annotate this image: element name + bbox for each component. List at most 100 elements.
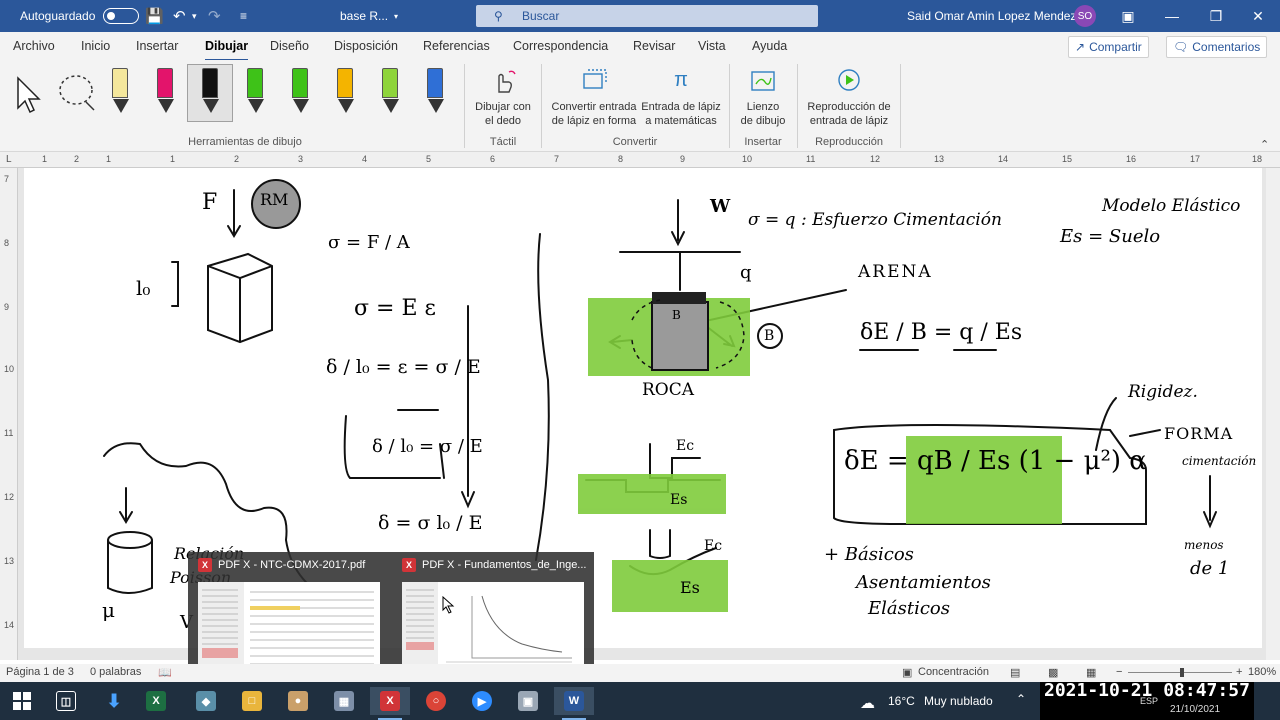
vertical-ruler[interactable]: 7 8 9 10 11 12 13 14 [0,168,18,660]
ink-shape-label-2: de lápiz en forma [551,115,637,127]
tab-disposicion[interactable]: Disposición [334,39,398,53]
note-b-small: B [672,308,681,322]
taskbar-app-word[interactable]: W [554,687,594,720]
ruler-number: 7 [4,174,10,184]
document-name[interactable]: base R... ▾ [340,0,398,32]
lasso-tool[interactable] [56,66,100,120]
zoom-level[interactable]: 180% [1248,666,1276,678]
tab-vista[interactable]: Vista [698,39,726,53]
taskbar-app-explorer[interactable]: □ [232,687,272,715]
system-date[interactable]: 21/10/2021 [1170,704,1220,715]
ink-replay-button[interactable]: Reproducción de entrada de lápiz [802,66,896,128]
ink-to-shape-button[interactable]: Convertir entrada de lápiz en forma [548,66,640,128]
save-icon[interactable]: 💾 [145,0,164,32]
pen-3[interactable] [193,66,227,120]
print-layout-icon[interactable]: ▩ [1048,666,1058,679]
pen-4[interactable] [238,66,272,120]
avatar[interactable]: SO [1074,5,1096,27]
pen-5[interactable] [283,66,317,120]
tab-correspondencia[interactable]: Correspondencia [513,39,608,53]
undo-icon[interactable]: ↶ [173,0,186,32]
taskbar-app-pdfx[interactable]: X [370,687,410,720]
tab-stop-icon[interactable]: L [6,154,12,165]
taskbar-app-chrome[interactable]: ○ [416,687,456,715]
note-l0: l₀ [136,276,151,300]
tab-revisar[interactable]: Revisar [633,39,675,53]
thumbnail-pdf-1[interactable]: X PDF X - NTC-CDMX-2017.pdf [192,552,386,680]
cloud-icon[interactable]: ☁ [860,694,875,712]
minimize-icon[interactable]: — [1162,0,1182,32]
taskbar-app-zoom[interactable]: ▶ [462,687,502,715]
zoom-slider-thumb[interactable] [1180,668,1184,677]
weather-temp[interactable]: 16°C [888,694,915,708]
customize-toolbar-icon[interactable]: ≡ [240,0,247,32]
ink-math-label-1: Entrada de lápiz [641,101,721,113]
touch-label-2: el dedo [484,115,522,127]
start-button[interactable] [2,687,42,715]
zoom-out-icon[interactable]: − [1116,666,1122,678]
note-ec-2: Ec [704,538,723,554]
zoom-in-icon[interactable]: + [1236,666,1242,678]
pen-1[interactable] [103,66,137,120]
weather-desc[interactable]: Muy nublado [924,694,993,708]
user-name[interactable]: Said Omar Amin Lopez Mendez [907,0,1076,32]
collapse-ribbon-icon[interactable]: ⌃ [1260,138,1269,151]
ink-to-math-button[interactable]: π Entrada de lápiz a matemáticas [640,66,722,128]
tab-dibujar[interactable]: Dibujar [205,39,249,61]
taskbar-app-excel[interactable]: X [136,687,176,715]
autosave-toggle[interactable] [103,8,140,24]
word-count[interactable]: 0 palabras [90,666,141,678]
tab-ayuda[interactable]: Ayuda [752,39,787,53]
drawing-canvas-button[interactable]: Lienzo de dibujo [734,66,792,128]
taskbar-app-8[interactable]: ▣ [508,687,548,715]
proofing-icon[interactable]: 📖 [158,666,172,679]
taskbar-app-calculator[interactable]: ▦ [324,687,364,715]
pen-7[interactable] [373,66,407,120]
ruler-number: 10 [742,154,753,164]
tab-archivo[interactable]: Archivo [13,39,55,53]
pen-6[interactable] [328,66,362,120]
restore-icon[interactable]: ❐ [1206,0,1226,32]
comments-button[interactable]: 🗨 Comentarios [1166,36,1268,58]
tab-diseno[interactable]: Diseño [270,39,309,53]
vertical-scrollbar[interactable] [1266,168,1280,660]
note-es-suelo: Es = Suelo [1060,226,1161,247]
share-button[interactable]: ↗ Compartir [1068,36,1149,58]
note-w: W [710,196,731,217]
search-box[interactable]: ⚲ Buscar [476,5,818,27]
page-count[interactable]: Página 1 de 3 [6,666,74,678]
note-es-2: Es [680,578,700,597]
taskbar-app-paint[interactable]: ● [278,687,318,715]
focus-label[interactable]: Concentración [918,666,989,678]
excel-icon: X [146,691,166,711]
search-icon: ⚲ [494,9,503,23]
horizontal-ruler[interactable]: L 1 2 1 1 2 3 4 5 6 7 8 9 10 11 12 13 14… [0,152,1280,168]
tab-insertar[interactable]: Insertar [136,39,178,53]
note-arena: ARENA [858,262,933,282]
task-view-icon: ◫ [56,691,76,711]
read-mode-icon[interactable]: ▤ [1010,666,1020,679]
ruler-number: 16 [1126,154,1137,164]
redo-icon[interactable]: ↷ [208,0,221,32]
ruler-number: 13 [934,154,945,164]
select-tool[interactable] [12,66,46,120]
thumbnail-pdf-2[interactable]: X PDF X - Fundamentos_de_Inge... [396,552,590,680]
task-view-button[interactable]: ◫ [46,687,86,715]
taskbar-app-3[interactable]: ◆ [186,687,226,715]
language-indicator[interactable]: ESP [1140,696,1158,706]
ruler-number: 18 [1252,154,1263,164]
ribbon-display-icon[interactable]: ▣ [1118,0,1138,32]
group-separator [797,64,798,148]
pen-8[interactable] [418,66,452,120]
taskbar-app-download[interactable]: ⬇ [94,687,134,715]
close-icon[interactable]: ✕ [1248,0,1268,32]
undo-dropdown-icon[interactable]: ▾ [192,0,197,32]
tab-referencias[interactable]: Referencias [423,39,490,53]
pen-2[interactable] [148,66,182,120]
focus-icon[interactable]: ▣ [902,666,912,679]
tab-inicio[interactable]: Inicio [81,39,110,53]
web-layout-icon[interactable]: ▦ [1086,666,1096,679]
draw-with-touch-button[interactable]: Dibujar con el dedo [470,66,536,128]
chevron-up-icon[interactable]: ⌃ [1016,692,1026,706]
autosave[interactable]: Autoguardado [20,0,140,32]
